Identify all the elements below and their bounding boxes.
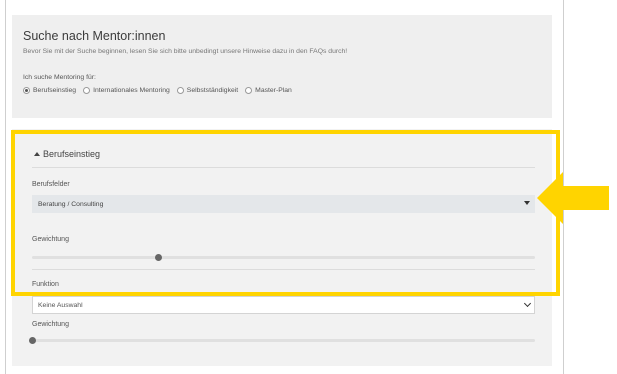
- berufsfelder-label: Berufsfelder: [32, 181, 70, 188]
- radio-option-master-plan[interactable]: Master-Plan: [245, 87, 292, 94]
- section-toggle-label: Berufseinstieg: [43, 149, 101, 159]
- radio-label-internationales-mentoring: Internationales Mentoring: [93, 87, 170, 94]
- section-toggle-berufseinstieg[interactable]: Berufseinstieg: [34, 149, 100, 159]
- radio-option-internationales-mentoring[interactable]: Internationales Mentoring: [83, 87, 170, 94]
- section-divider: [32, 167, 535, 168]
- search-title: Suche nach Mentor:innen: [23, 29, 166, 43]
- collapse-triangle-icon: [34, 152, 40, 156]
- filter-panel: [12, 129, 552, 366]
- radio-label-berufseinstieg: Berufseinstieg: [33, 87, 77, 94]
- radio-option-berufseinstieg[interactable]: Berufseinstieg: [23, 87, 76, 94]
- mentoring-type-radio-group: Berufseinstieg Internationales Mentoring…: [23, 87, 299, 94]
- funktion-selected-value: Keine Auswahl: [38, 301, 83, 309]
- berufsfelder-selected-value: Beratung / Consulting: [38, 200, 104, 208]
- berufsfelder-select[interactable]: Beratung / Consulting: [32, 195, 535, 213]
- chevron-down-icon: [523, 299, 532, 308]
- gewichtung-label-2: Gewichtung: [32, 321, 69, 328]
- radio-button-berufseinstieg[interactable]: [23, 87, 30, 94]
- pointer-arrow-shape: [537, 172, 609, 224]
- radio-option-selbststaendigkeit[interactable]: Selbstständigkeit: [176, 87, 239, 94]
- pointer-arrow-icon: [537, 172, 609, 224]
- radio-button-internationales-mentoring[interactable]: [83, 87, 91, 94]
- field-divider: [32, 269, 535, 270]
- funktion-label: Funktion: [32, 281, 59, 288]
- gewichtung-slider-thumb[interactable]: [154, 254, 162, 261]
- dropdown-caret-icon: [524, 201, 530, 205]
- search-hint: Bevor Sie mit der Suche beginnen, lesen …: [23, 48, 348, 55]
- radio-button-master-plan[interactable]: [245, 87, 253, 94]
- radio-button-selbststaendigkeit[interactable]: [176, 87, 184, 94]
- radio-label-master-plan: Master-Plan: [255, 87, 292, 94]
- gewichtung-label: Gewichtung: [32, 236, 69, 243]
- mentoring-for-label: Ich suche Mentoring für:: [23, 74, 96, 81]
- radio-label-selbststaendigkeit: Selbstständigkeit: [186, 87, 239, 94]
- gewichtung-slider[interactable]: [32, 254, 535, 261]
- gewichtung-slider-2[interactable]: [29, 337, 535, 344]
- gewichtung-slider-thumb-2[interactable]: [29, 337, 36, 344]
- funktion-select[interactable]: Keine Auswahl: [32, 296, 535, 314]
